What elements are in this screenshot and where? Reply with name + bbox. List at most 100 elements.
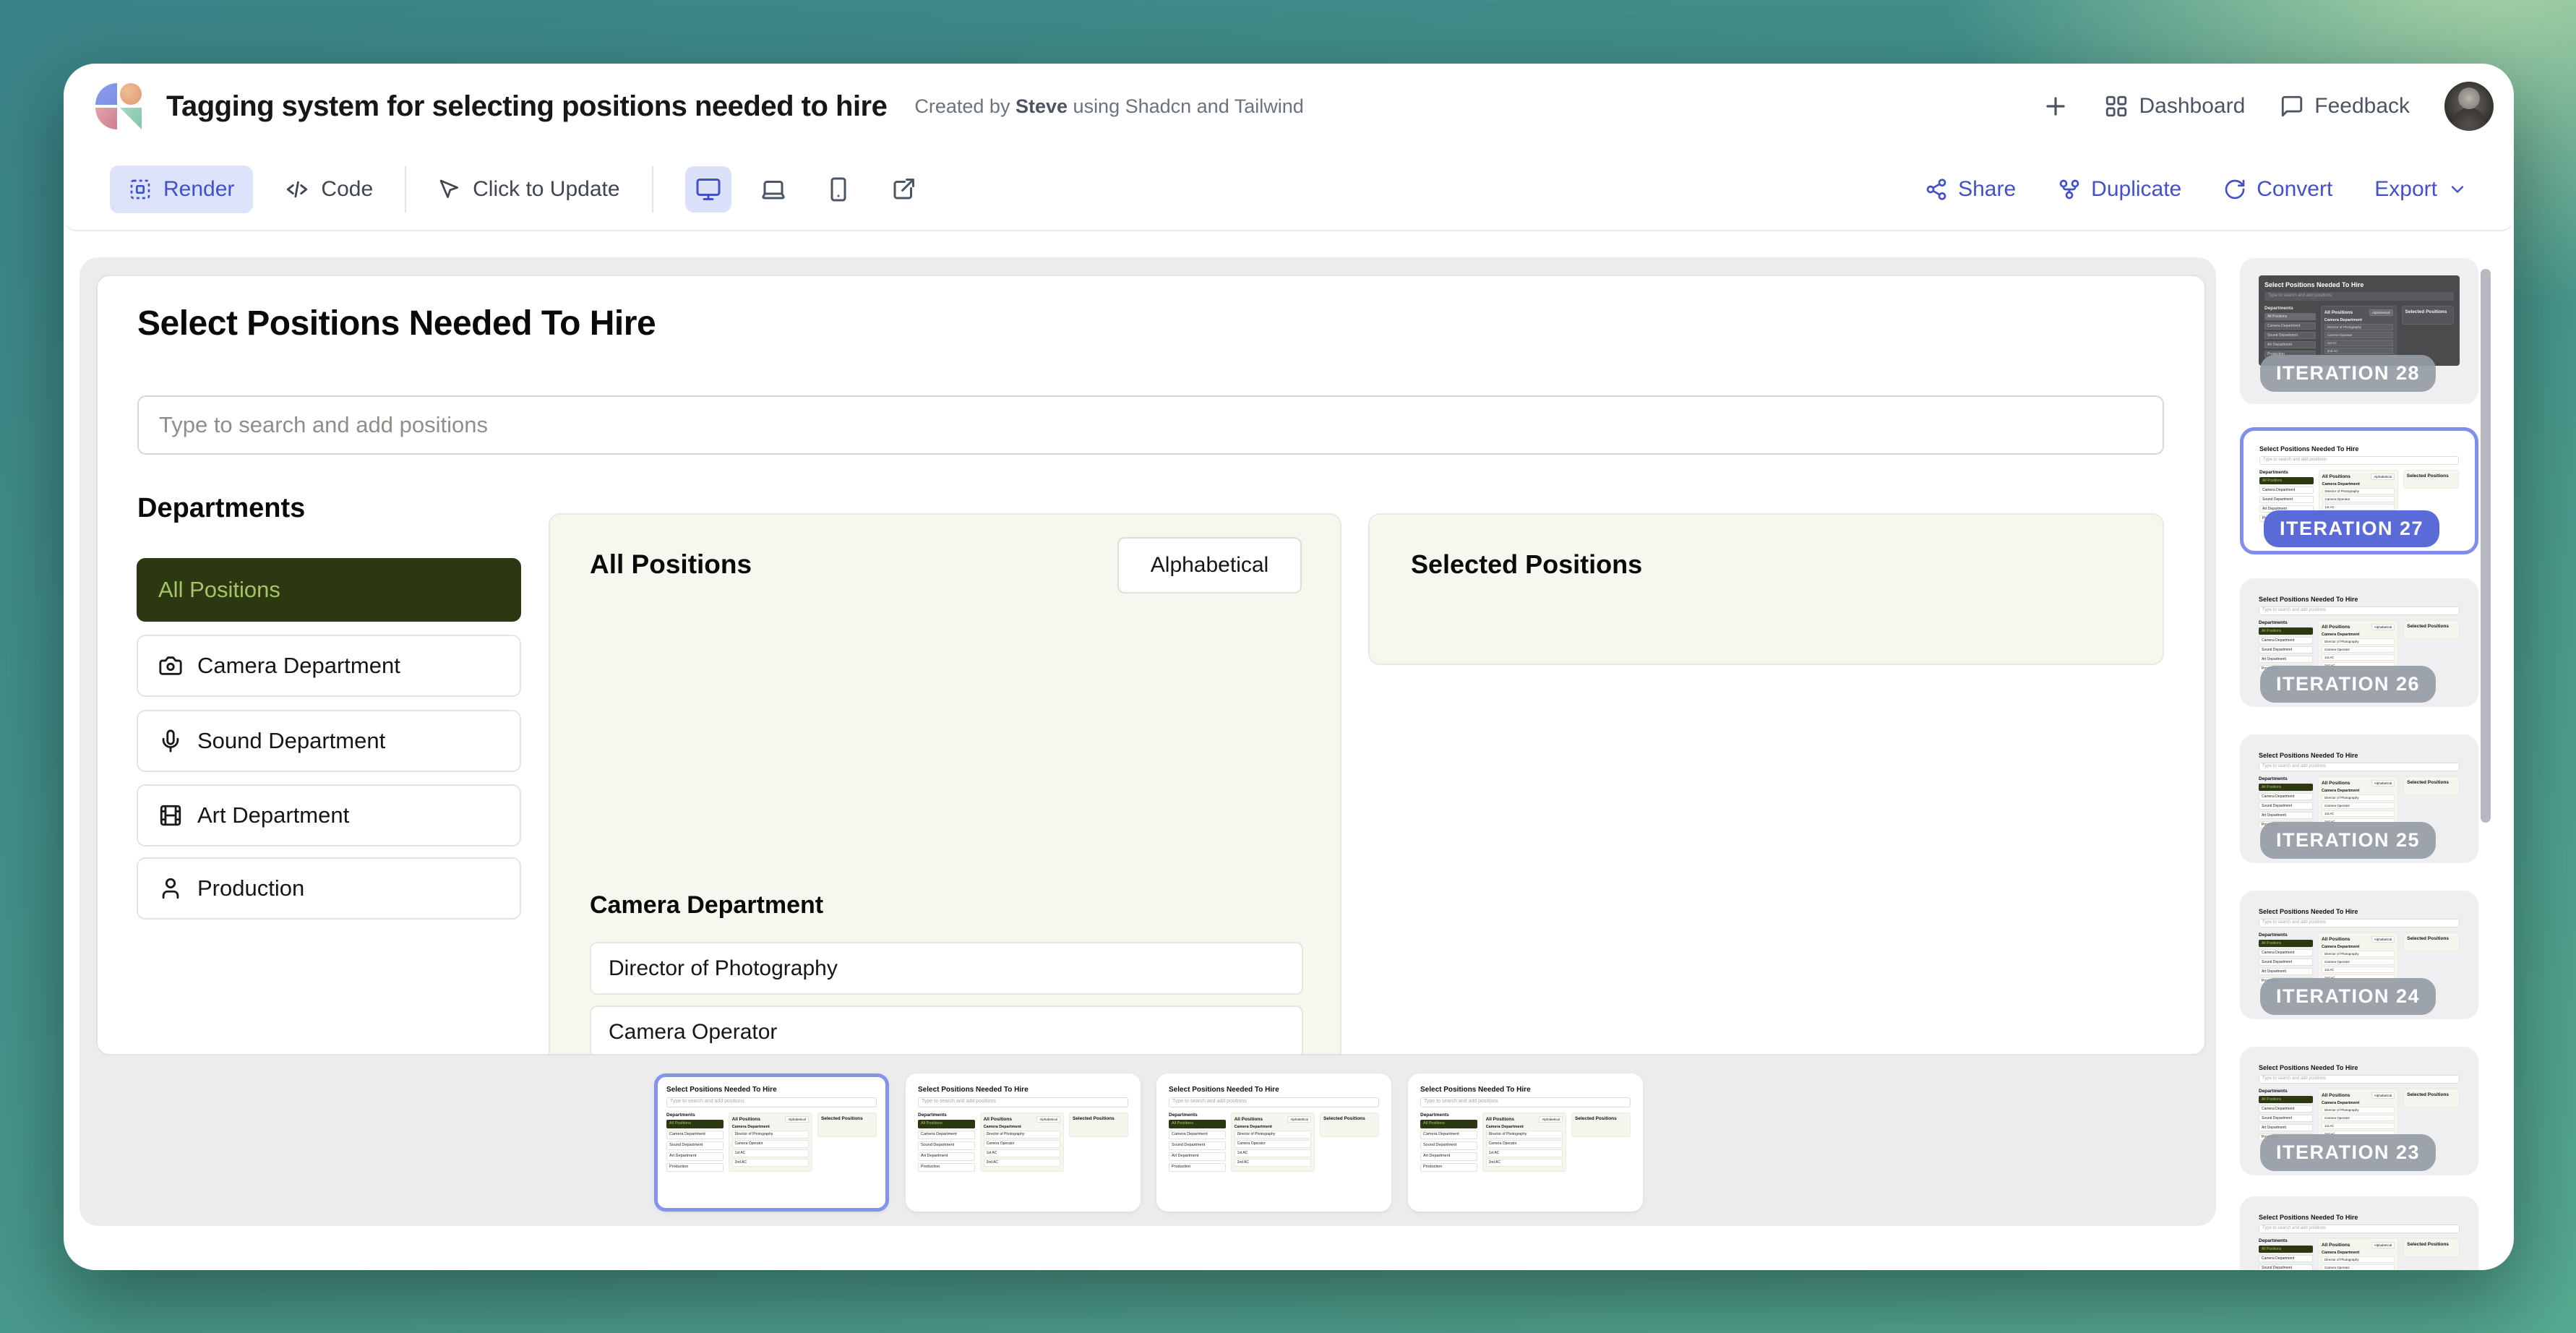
position-item[interactable]: Director of Photography xyxy=(590,942,1303,995)
duplicate-button[interactable]: Duplicate xyxy=(2058,177,2181,202)
fork-icon xyxy=(2058,178,2081,201)
camera-icon xyxy=(158,653,183,678)
user-avatar[interactable] xyxy=(2444,82,2494,131)
mobile-preview-button[interactable] xyxy=(815,166,862,213)
selected-positions-panel: Selected Positions xyxy=(1368,513,2164,665)
render-tab[interactable]: Render xyxy=(110,166,253,213)
iteration-card-23[interactable]: Select Positions Needed To Hire Type to … xyxy=(2240,1047,2478,1175)
mini-selected-positions-panel: Selected Positions xyxy=(2403,1238,2460,1257)
mini-search-input: Type to search and add positions xyxy=(2259,763,2460,771)
mini-app-title: Select Positions Needed To Hire xyxy=(1169,1086,1379,1094)
mini-app-title: Select Positions Needed To Hire xyxy=(2259,752,2460,759)
mini-app-title: Select Positions Needed To Hire xyxy=(2264,281,2454,288)
all-positions-heading: All Positions xyxy=(590,549,752,580)
department-filter-production[interactable]: Production xyxy=(137,857,521,920)
version-thumbnail-4[interactable]: Select Positions Needed To Hire Type to … xyxy=(1408,1073,1643,1212)
code-icon xyxy=(285,177,309,202)
mini-departments-column: Departments All Positions Camera Departm… xyxy=(1420,1113,1477,1174)
mini-search-input: Type to search and add positions xyxy=(2259,1225,2460,1233)
app-mini-preview: Select Positions Needed To Hire Type to … xyxy=(2259,908,2460,987)
iteration-card-24[interactable]: Select Positions Needed To Hire Type to … xyxy=(2240,891,2478,1019)
iteration-badge: ITERATION 23 xyxy=(2260,1134,2436,1171)
department-filter-sound[interactable]: Sound Department xyxy=(137,710,521,772)
iteration-badge: ITERATION 25 xyxy=(2260,822,2436,859)
department-filter-all-positions[interactable]: All Positions xyxy=(137,558,521,622)
mini-columns: Departments All Positions Camera Departm… xyxy=(2259,1238,2460,1270)
department-filter-camera[interactable]: Camera Department xyxy=(137,635,521,697)
mini-selected-positions-panel: Selected Positions xyxy=(2402,306,2454,325)
desktop-preview-button[interactable] xyxy=(685,166,731,213)
iteration-card-28[interactable]: Select Positions Needed To Hire Type to … xyxy=(2240,258,2478,404)
version-thumbnail-2[interactable]: Select Positions Needed To Hire Type to … xyxy=(906,1073,1141,1212)
mini-search-input: Type to search and add positions xyxy=(2259,456,2459,465)
share-button[interactable]: Share xyxy=(1925,177,2016,202)
group-heading-camera: Camera Department xyxy=(590,891,823,920)
feedback-button[interactable]: Feedback xyxy=(2280,94,2410,119)
app-mini-preview: Select Positions Needed To Hire Type to … xyxy=(2259,1064,2460,1143)
scrollbar-thumb[interactable] xyxy=(2481,269,2491,823)
toolbar-divider xyxy=(652,166,653,213)
mini-search-input: Type to search and add positions xyxy=(918,1097,1128,1107)
feedback-bubble-icon xyxy=(2280,94,2304,119)
mini-columns: Departments All Positions Camera Departm… xyxy=(666,1113,877,1174)
app-window: Tagging system for selecting positions n… xyxy=(64,64,2514,1270)
mini-all-positions-panel: All Positions Alphabetical Camera Depart… xyxy=(1482,1113,1566,1172)
app-mini-preview: Select Positions Needed To Hire Type to … xyxy=(1169,1086,1379,1174)
cursor-icon xyxy=(438,178,461,201)
mini-selected-positions-panel: Selected Positions xyxy=(2403,1089,2460,1107)
convert-icon xyxy=(2223,178,2246,201)
person-icon xyxy=(158,876,183,901)
iterations-sidebar: Select Positions Needed To Hire Type to … xyxy=(2232,257,2498,1270)
mini-columns: Departments All Positions Camera Departm… xyxy=(918,1113,1128,1174)
microphone-icon xyxy=(158,729,183,753)
laptop-preview-button[interactable] xyxy=(750,166,797,213)
smartphone-icon xyxy=(825,176,851,202)
version-thumbnail-1[interactable]: Select Positions Needed To Hire Type to … xyxy=(654,1073,889,1212)
mini-app-title: Select Positions Needed To Hire xyxy=(1420,1086,1631,1094)
chevron-down-icon xyxy=(2447,179,2468,200)
mini-selected-positions-panel: Selected Positions xyxy=(817,1113,877,1137)
mini-departments-column: Departments All Positions Camera Departm… xyxy=(918,1113,975,1174)
created-by-line: Created by Steve using Shadcn and Tailwi… xyxy=(914,95,1303,118)
sort-alphabetical-button[interactable]: Alphabetical xyxy=(1117,537,1302,593)
film-icon xyxy=(158,803,183,828)
mini-app-title: Select Positions Needed To Hire xyxy=(2259,596,2460,603)
version-thumbnail-3[interactable]: Select Positions Needed To Hire Type to … xyxy=(1156,1073,1391,1212)
convert-button[interactable]: Convert xyxy=(2223,177,2332,202)
monitor-icon xyxy=(695,176,721,202)
app-mini-preview: Select Positions Needed To Hire Type to … xyxy=(2259,596,2460,674)
position-item[interactable]: Camera Operator xyxy=(590,1006,1303,1055)
mini-departments-column: Departments All Positions Camera Departm… xyxy=(1169,1113,1226,1174)
iteration-card-25[interactable]: Select Positions Needed To Hire Type to … xyxy=(2240,734,2478,863)
iteration-card-partial[interactable]: Select Positions Needed To Hire Type to … xyxy=(2240,1196,2478,1270)
position-search-input[interactable] xyxy=(137,395,2164,455)
mini-departments-column: Departments All Positions Camera Departm… xyxy=(2264,306,2316,360)
share-icon xyxy=(1925,178,1948,201)
click-to-update-button[interactable]: Click to Update xyxy=(438,177,619,202)
open-preview-button[interactable] xyxy=(880,166,927,213)
export-button[interactable]: Export xyxy=(2374,177,2468,202)
app-mini-preview: Select Positions Needed To Hire Type to … xyxy=(918,1086,1128,1174)
iteration-badge: ITERATION 26 xyxy=(2260,666,2436,703)
mini-departments-column: Departments All Positions Camera Departm… xyxy=(2259,1238,2313,1270)
mini-selected-positions-panel: Selected Positions xyxy=(1571,1113,1631,1137)
plus-icon xyxy=(2042,93,2069,120)
mini-search-input: Type to search and add positions xyxy=(2259,607,2460,615)
mini-app-title: Select Positions Needed To Hire xyxy=(2259,1064,2460,1071)
mini-search-input: Type to search and add positions xyxy=(1420,1097,1631,1107)
department-filter-art[interactable]: Art Department xyxy=(137,784,521,846)
iteration-card-26[interactable]: Select Positions Needed To Hire Type to … xyxy=(2240,578,2478,707)
app-mini-preview: Select Positions Needed To Hire Type to … xyxy=(1420,1086,1631,1174)
app-page-title: Select Positions Needed To Hire xyxy=(137,304,656,343)
code-tab[interactable]: Code xyxy=(285,177,373,202)
mini-selected-positions-panel: Selected Positions xyxy=(2403,620,2460,639)
dashboard-button[interactable]: Dashboard xyxy=(2104,94,2245,119)
departments-heading: Departments xyxy=(137,493,305,524)
iteration-card-27[interactable]: Select Positions Needed To Hire Type to … xyxy=(2240,427,2478,554)
mini-app-title: Select Positions Needed To Hire xyxy=(2259,1214,2460,1221)
open-preview-icon xyxy=(890,176,916,202)
render-frame-icon xyxy=(129,178,152,201)
mini-app-title: Select Positions Needed To Hire xyxy=(918,1086,1128,1094)
new-project-button[interactable] xyxy=(2042,93,2069,120)
project-title: Tagging system for selecting positions n… xyxy=(166,90,887,123)
